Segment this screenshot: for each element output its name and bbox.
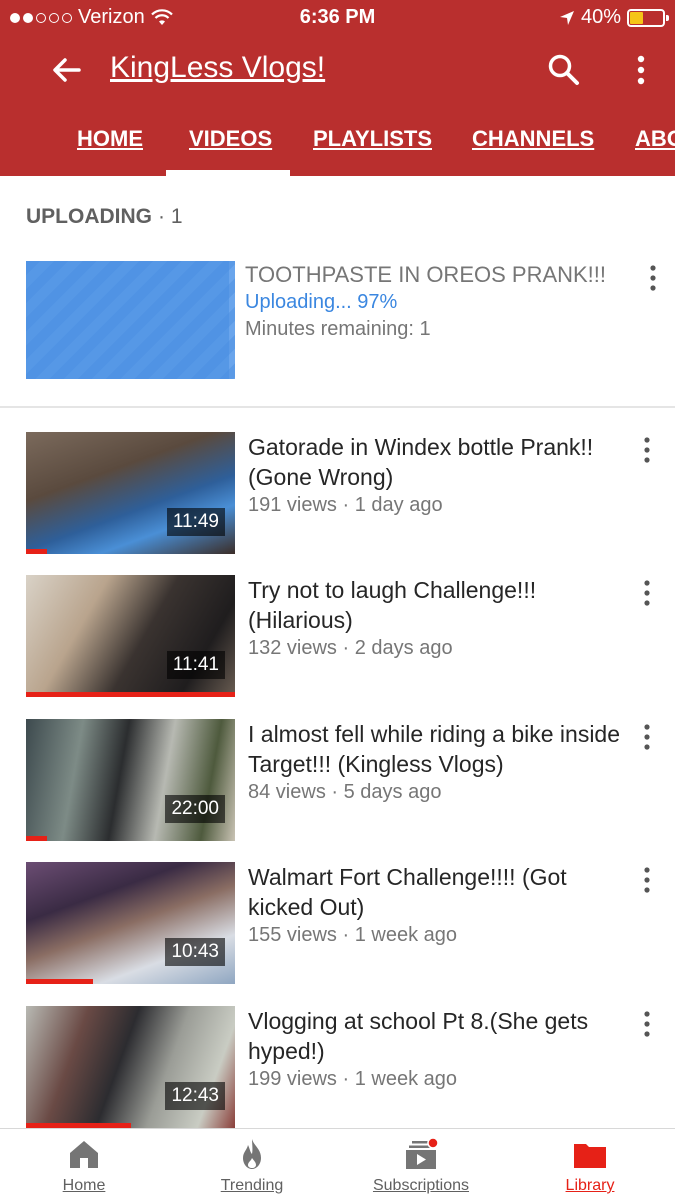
video-duration: 22:00 <box>165 795 225 823</box>
status-bar: Verizon 6:36 PM 40% <box>0 0 675 36</box>
video-duration: 11:49 <box>166 508 225 536</box>
watched-progress-bar <box>26 836 47 841</box>
back-arrow-icon[interactable] <box>46 50 86 90</box>
upload-more-icon[interactable] <box>648 264 658 294</box>
video-row[interactable]: 11:49 Gatorade in Windex bottle Prank!! … <box>0 432 675 557</box>
video-title[interactable]: I almost fell while riding a bike inside… <box>248 719 628 779</box>
upload-title[interactable]: TOOTHPASTE IN OREOS PRANK!!! <box>245 262 606 288</box>
subscriptions-icon <box>406 1137 439 1169</box>
video-more-icon[interactable] <box>642 436 652 466</box>
video-title[interactable]: Walmart Fort Challenge!!!! (Got kicked O… <box>248 862 628 922</box>
uploading-count: · 1 <box>158 205 183 228</box>
video-title[interactable]: Vlogging at school Pt 8.(She gets hyped!… <box>248 1006 628 1066</box>
watched-progress-bar <box>26 979 93 984</box>
battery-icon <box>627 8 669 27</box>
section-divider <box>0 406 675 408</box>
video-more-icon[interactable] <box>642 1010 652 1040</box>
nav-subscriptions[interactable]: Subscriptions <box>337 1129 505 1200</box>
nav-trending[interactable]: Trending <box>168 1129 336 1200</box>
video-thumbnail[interactable]: 11:41 <box>26 575 235 697</box>
home-icon <box>70 1141 98 1168</box>
tab-home[interactable]: HOME <box>77 126 143 152</box>
search-icon[interactable] <box>544 50 584 90</box>
video-thumbnail[interactable]: 22:00 <box>26 719 235 841</box>
video-row[interactable]: 11:41 Try not to laugh Challenge!!! (Hil… <box>0 575 675 700</box>
nav-home-label: Home <box>62 1177 106 1194</box>
upload-remaining: Minutes remaining: 1 <box>245 318 431 340</box>
watched-progress-bar <box>26 692 235 697</box>
upload-status: Uploading... 97% <box>245 291 398 313</box>
video-title[interactable]: Try not to laugh Challenge!!! (Hilarious… <box>248 575 628 635</box>
video-duration: 11:41 <box>166 651 225 679</box>
tab-playlists[interactable]: PLAYLISTS <box>313 126 432 152</box>
video-meta: 132 views · 2 days ago <box>248 637 453 659</box>
tab-videos[interactable]: VIDEOS <box>189 126 272 152</box>
more-options-icon[interactable] <box>626 50 656 90</box>
battery-percent: 40% <box>580 6 621 28</box>
nav-home[interactable]: Home <box>0 1129 168 1200</box>
video-row[interactable]: 10:43 Walmart Fort Challenge!!!! (Got ki… <box>0 862 675 987</box>
nav-library[interactable]: Library <box>506 1129 674 1200</box>
video-duration: 10:43 <box>165 938 225 966</box>
nav-library-label: Library <box>565 1177 615 1194</box>
tab-about[interactable]: ABOUT <box>635 126 675 152</box>
video-meta: 155 views · 1 week ago <box>248 924 458 946</box>
folder-icon <box>574 1144 606 1168</box>
channel-tabs: HOME VIDEOS PLAYLISTS CHANNELS ABOUT <box>0 118 675 176</box>
watched-progress-bar <box>26 549 47 554</box>
video-title[interactable]: Gatorade in Windex bottle Prank!! (Gone … <box>248 432 628 492</box>
nav-subscriptions-label: Subscriptions <box>372 1177 470 1194</box>
location-arrow-icon <box>559 10 574 25</box>
video-row[interactable]: 12:43 Vlogging at school Pt 8.(She gets … <box>0 1006 675 1131</box>
video-meta: 191 views · 1 day ago <box>248 494 443 516</box>
flame-icon <box>243 1139 261 1169</box>
uploading-heading: UPLOADING · 1 <box>26 205 183 229</box>
tab-channels[interactable]: CHANNELS <box>472 126 594 152</box>
upload-progress-fill <box>26 261 229 379</box>
active-tab-indicator <box>166 170 290 176</box>
video-meta: 199 views · 1 week ago <box>248 1068 458 1090</box>
uploading-label: UPLOADING <box>26 205 152 228</box>
video-thumbnail[interactable]: 11:49 <box>26 432 235 554</box>
video-duration: 12:43 <box>165 1082 225 1110</box>
video-thumbnail[interactable]: 12:43 <box>26 1006 235 1128</box>
bottom-navigation: Home Trending Subscriptions Library <box>0 1128 675 1200</box>
channel-app-bar: KingLess Vlogs! HOME VIDEOS PLAYLISTS CH… <box>0 36 675 176</box>
nav-trending-label: Trending <box>220 1177 284 1194</box>
video-more-icon[interactable] <box>642 723 652 753</box>
video-row[interactable]: 22:00 I almost fell while riding a bike … <box>0 719 675 844</box>
video-more-icon[interactable] <box>642 866 652 896</box>
video-meta: 84 views · 5 days ago <box>248 781 442 803</box>
video-more-icon[interactable] <box>642 579 652 609</box>
channel-title[interactable]: KingLess Vlogs! <box>110 51 325 85</box>
uploading-thumbnail[interactable] <box>26 261 235 379</box>
video-thumbnail[interactable]: 10:43 <box>26 862 235 984</box>
